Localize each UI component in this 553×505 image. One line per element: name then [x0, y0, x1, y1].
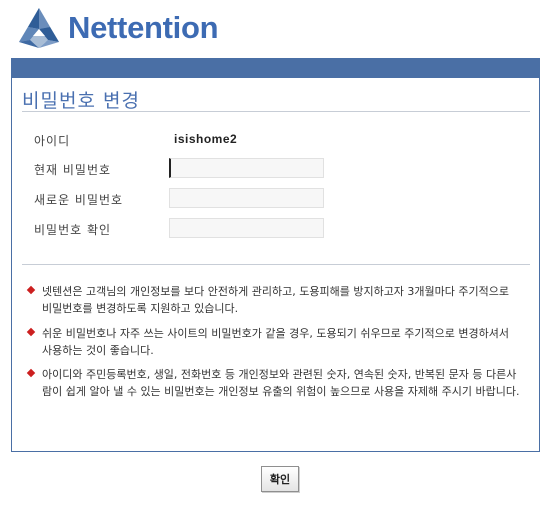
id-label: 아이디 [34, 134, 71, 148]
bullet-icon [26, 368, 36, 378]
notice-text: 아이디와 주민등록번호, 생일, 전화번호 등 개인정보와 관련된 숫자, 연속… [42, 368, 520, 398]
panel-header-bar [12, 59, 539, 78]
notice-item: 넷텐션은 고객님의 개인정보를 보다 안전하게 관리하고, 도용피해를 방지하고… [26, 283, 522, 317]
current-password-label: 현재 비밀번호 [34, 163, 112, 177]
notice-text: 넷텐션은 고객님의 개인정보를 보다 안전하게 관리하고, 도용피해를 방지하고… [42, 285, 510, 315]
id-value: isishome2 [174, 132, 238, 146]
password-change-panel: 비밀번호 변경 아이디 isishome2 현재 비밀번호 새로운 비밀번호 비… [11, 58, 540, 452]
nettention-logo: Nettention [16, 5, 219, 51]
brand-name: Nettention [68, 10, 219, 45]
nettention-logo-icon [19, 8, 59, 48]
notice-item: 아이디와 주민등록번호, 생일, 전화번호 등 개인정보와 관련된 숫자, 연속… [26, 366, 522, 400]
title-divider [22, 111, 530, 112]
bullet-icon [26, 327, 36, 337]
page-title: 비밀번호 변경 [22, 90, 140, 112]
new-password-input[interactable] [169, 188, 324, 208]
confirm-button[interactable]: 확인 [261, 466, 299, 492]
current-password-input[interactable] [169, 158, 324, 178]
notice-text: 쉬운 비밀번호나 자주 쓰는 사이트의 비밀번호가 같을 경우, 도용되기 쉬우… [42, 327, 509, 357]
confirm-password-input[interactable] [169, 218, 324, 238]
confirm-password-label: 비밀번호 확인 [34, 223, 112, 237]
bullet-icon [26, 285, 36, 295]
new-password-label: 새로운 비밀번호 [34, 193, 124, 207]
notice-item: 쉬운 비밀번호나 자주 쓰는 사이트의 비밀번호가 같을 경우, 도용되기 쉬우… [26, 325, 522, 359]
notice-divider [22, 264, 530, 265]
